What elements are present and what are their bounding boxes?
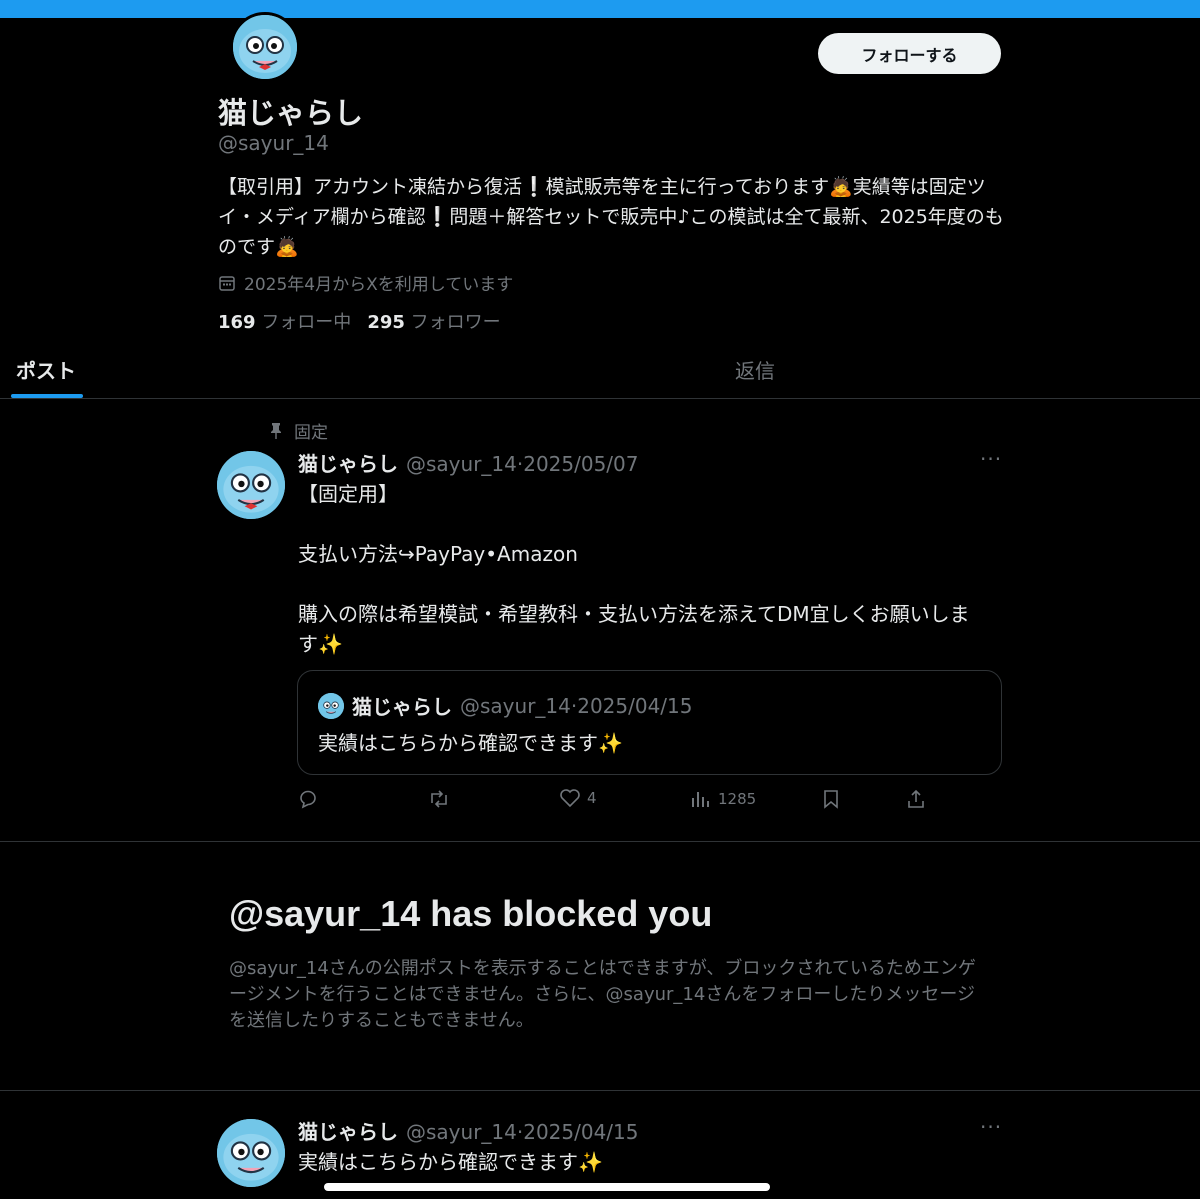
heart-icon xyxy=(560,789,580,808)
reply-button[interactable] xyxy=(297,788,319,810)
post-author-name[interactable]: 猫じゃらし xyxy=(298,448,398,477)
post-actions: 4 1285 xyxy=(297,788,937,812)
home-indicator xyxy=(324,1183,770,1191)
post-divider xyxy=(0,841,1200,842)
like-button[interactable]: 4 xyxy=(559,788,597,808)
quote-header: 猫じゃらし @sayur_14·2025/04/15 xyxy=(318,691,693,720)
quote-avatar xyxy=(318,692,344,719)
avatar-character-icon xyxy=(233,15,297,79)
active-tab-indicator xyxy=(11,394,83,398)
post-text: 実績はこちらから確認できます✨ xyxy=(298,1150,603,1174)
post-meta[interactable]: @sayur_14·2025/05/07 xyxy=(406,452,639,476)
joined-date: 2025年4月からXを利用しています xyxy=(218,270,513,295)
post-author-avatar[interactable] xyxy=(217,1119,285,1187)
blocked-message: @sayur_14さんの公開ポストを表示することはできますが、ブロックされている… xyxy=(229,958,976,1031)
views-button[interactable]: 1285 xyxy=(690,788,756,810)
post-text: 【固定用】 支払い方法↪PayPay•Amazon 購入の際は希望模試・希望教科… xyxy=(298,482,970,656)
profile-handle: @sayur_14 xyxy=(218,131,329,155)
joined-text: 2025年4月からXを利用しています xyxy=(244,275,514,295)
more-options-icon[interactable]: ··· xyxy=(980,447,1002,471)
pinned-indicator: 固定 xyxy=(268,418,328,443)
blocked-title: @sayur_14 has blocked you xyxy=(229,893,713,934)
followers-label: フォロワー xyxy=(410,312,501,333)
section-divider xyxy=(0,1090,1200,1091)
post-header: 猫じゃらし @sayur_14·2025/04/15 xyxy=(298,1116,639,1145)
profile-bio: 【取引用】アカウント凍結から復活❕模試販売等を主に行っております🙇実績等は固定ツ… xyxy=(218,176,1004,258)
calendar-icon xyxy=(219,275,235,291)
repost-button[interactable] xyxy=(427,788,451,810)
avatar-character-icon xyxy=(318,692,344,719)
post-header: 猫じゃらし @sayur_14·2025/05/07 xyxy=(298,448,639,477)
post-author-name[interactable]: 猫じゃらし xyxy=(298,1116,398,1145)
tab-posts[interactable]: ポスト xyxy=(16,340,76,399)
view-count: 1285 xyxy=(718,790,757,808)
post-author-avatar[interactable] xyxy=(217,451,285,519)
tab-replies[interactable]: 返信 xyxy=(735,340,775,399)
quote-author-name: 猫じゃらし xyxy=(352,695,452,719)
pinned-label: 固定 xyxy=(294,423,328,443)
avatar-character-icon xyxy=(217,451,285,519)
following-link[interactable]: 169 フォロー中 xyxy=(218,308,351,334)
profile-tabs: ポスト 返信 xyxy=(0,340,1200,399)
post-meta[interactable]: @sayur_14·2025/04/15 xyxy=(406,1120,639,1144)
reply-icon xyxy=(300,790,316,809)
repost-icon xyxy=(431,790,447,808)
follow-button[interactable]: フォローする xyxy=(818,33,1001,74)
profile-display-name: 猫じゃらし xyxy=(218,96,364,130)
share-icon xyxy=(908,789,924,808)
quote-meta: @sayur_14·2025/04/15 xyxy=(460,693,693,718)
followers-count: 295 xyxy=(367,312,405,333)
top-accent-bar xyxy=(0,0,1200,18)
bookmark-button[interactable] xyxy=(821,788,841,810)
followers-link[interactable]: 295 フォロワー xyxy=(367,308,500,334)
more-options-icon[interactable]: ··· xyxy=(980,1115,1002,1139)
bookmark-icon xyxy=(824,790,838,809)
quote-text: 実績はこちらから確認できます✨ xyxy=(318,731,623,755)
follow-stats: 169 フォロー中 295 フォロワー xyxy=(218,308,501,334)
like-count: 4 xyxy=(587,789,597,807)
share-button[interactable] xyxy=(905,788,927,810)
quoted-post[interactable]: 猫じゃらし @sayur_14·2025/04/15 実績はこちらから確認できま… xyxy=(297,670,1002,775)
views-chart-icon xyxy=(692,792,709,807)
profile-avatar[interactable] xyxy=(230,12,300,82)
following-label: フォロー中 xyxy=(261,312,352,333)
avatar-character-icon xyxy=(217,1119,285,1187)
following-count: 169 xyxy=(218,312,256,333)
pin-icon xyxy=(271,422,281,439)
